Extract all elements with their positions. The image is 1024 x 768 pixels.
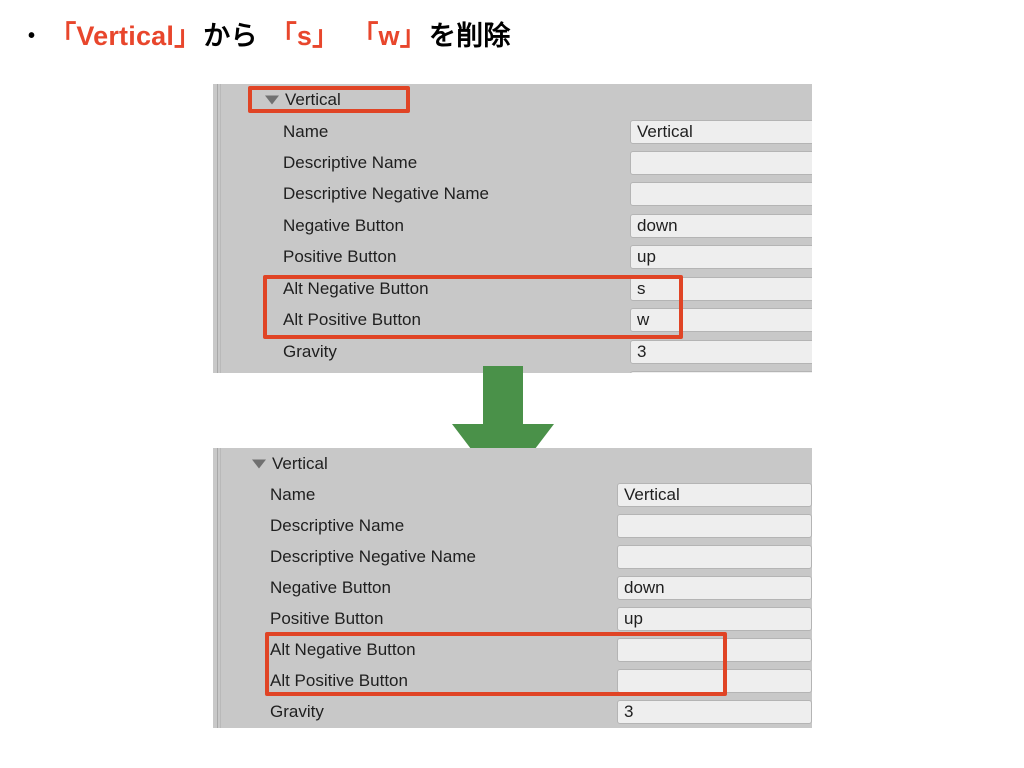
foldout-header-before[interactable]: Vertical — [265, 84, 425, 115]
title-part-s: 「s」 — [269, 21, 340, 51]
title-part-sakujo: を削除 — [428, 21, 511, 51]
row-field[interactable]: down — [617, 575, 812, 600]
row-value: 3 — [637, 341, 647, 361]
row-field[interactable] — [617, 544, 812, 569]
row-value: up — [624, 608, 643, 628]
row-field[interactable]: 3 — [630, 339, 812, 364]
row-value: down — [637, 215, 678, 235]
row-label: Descriptive Name — [270, 515, 405, 535]
row-field[interactable] — [617, 513, 812, 538]
row-field[interactable] — [630, 150, 812, 175]
row-field[interactable] — [630, 181, 812, 206]
row-label: Alt Positive Button — [283, 309, 421, 329]
title-part-w: 「w」 — [351, 21, 427, 51]
row-label: Gravity — [270, 701, 324, 721]
row-label: Positive Button — [270, 608, 384, 628]
row-field[interactable]: down — [630, 213, 812, 238]
table-row[interactable]: Descriptive Negative Name — [213, 178, 812, 209]
row-field[interactable] — [617, 637, 812, 662]
row-field[interactable]: s — [630, 276, 812, 301]
row-field[interactable]: up — [630, 244, 812, 269]
slide-title: • 「Vertical」から 「s」 「w」を削除 — [28, 14, 513, 53]
table-row[interactable]: Alt Negative Button — [213, 634, 812, 665]
inspector-panel-before: Vertical Name Vertical Descriptive Name … — [213, 84, 812, 373]
row-field[interactable]: up — [617, 606, 812, 631]
row-label: Name — [283, 121, 329, 141]
row-field[interactable] — [617, 668, 812, 693]
table-row-partial[interactable] — [213, 727, 812, 728]
table-row[interactable]: Gravity 3 — [213, 336, 812, 367]
row-field[interactable]: w — [630, 307, 812, 332]
table-row[interactable]: Negative Button down — [213, 572, 812, 603]
bullet-icon: • — [28, 25, 36, 47]
foldout-label: Vertical — [272, 453, 328, 473]
row-value: Vertical — [637, 121, 693, 141]
row-label: Negative Button — [283, 215, 404, 235]
row-label: Gravity — [283, 341, 337, 361]
row-value: down — [624, 577, 665, 597]
title-part-vertical: 「Vertical」 — [49, 21, 202, 51]
table-row[interactable]: Name Vertical — [213, 479, 812, 510]
row-field[interactable]: 3 — [617, 699, 812, 724]
row-label: Negative Button — [270, 577, 391, 597]
row-value: 3 — [624, 701, 634, 721]
table-row[interactable]: Alt Positive Button w — [213, 304, 812, 335]
row-label: Descriptive Negative Name — [270, 546, 476, 566]
row-value: up — [637, 246, 656, 266]
table-row[interactable]: Name Vertical — [213, 116, 812, 147]
row-value: s — [637, 278, 646, 298]
table-row[interactable]: Descriptive Name — [213, 510, 812, 541]
foldout-header-after[interactable]: Vertical — [252, 448, 412, 479]
foldout-label: Vertical — [285, 89, 341, 109]
row-field[interactable] — [630, 370, 812, 373]
triangle-down-icon[interactable] — [265, 95, 279, 104]
table-row[interactable]: Negative Button down — [213, 210, 812, 241]
row-field[interactable]: Vertical — [630, 119, 812, 144]
row-label: Alt Negative Button — [283, 278, 429, 298]
inspector-panel-after: Vertical Name Vertical Descriptive Name … — [213, 448, 812, 728]
table-row[interactable]: Descriptive Negative Name — [213, 541, 812, 572]
row-label: Positive Button — [283, 246, 397, 266]
title-part-kara: から — [203, 21, 258, 51]
table-row[interactable]: Positive Button up — [213, 603, 812, 634]
row-label: Alt Positive Button — [270, 670, 408, 690]
table-row[interactable]: Descriptive Name — [213, 147, 812, 178]
row-value: Vertical — [624, 484, 680, 504]
table-row[interactable]: Alt Positive Button — [213, 665, 812, 696]
row-label: Descriptive Name — [283, 152, 418, 172]
row-label: Name — [270, 484, 316, 504]
row-label: Descriptive Negative Name — [283, 183, 489, 203]
row-label: Alt Negative Button — [270, 639, 416, 659]
row-value: w — [637, 309, 650, 329]
table-row[interactable]: Positive Button up — [213, 241, 812, 272]
triangle-down-icon[interactable] — [252, 459, 266, 468]
row-field[interactable]: Vertical — [617, 482, 812, 507]
table-row[interactable]: Gravity 3 — [213, 696, 812, 727]
table-row[interactable]: Alt Negative Button s — [213, 273, 812, 304]
